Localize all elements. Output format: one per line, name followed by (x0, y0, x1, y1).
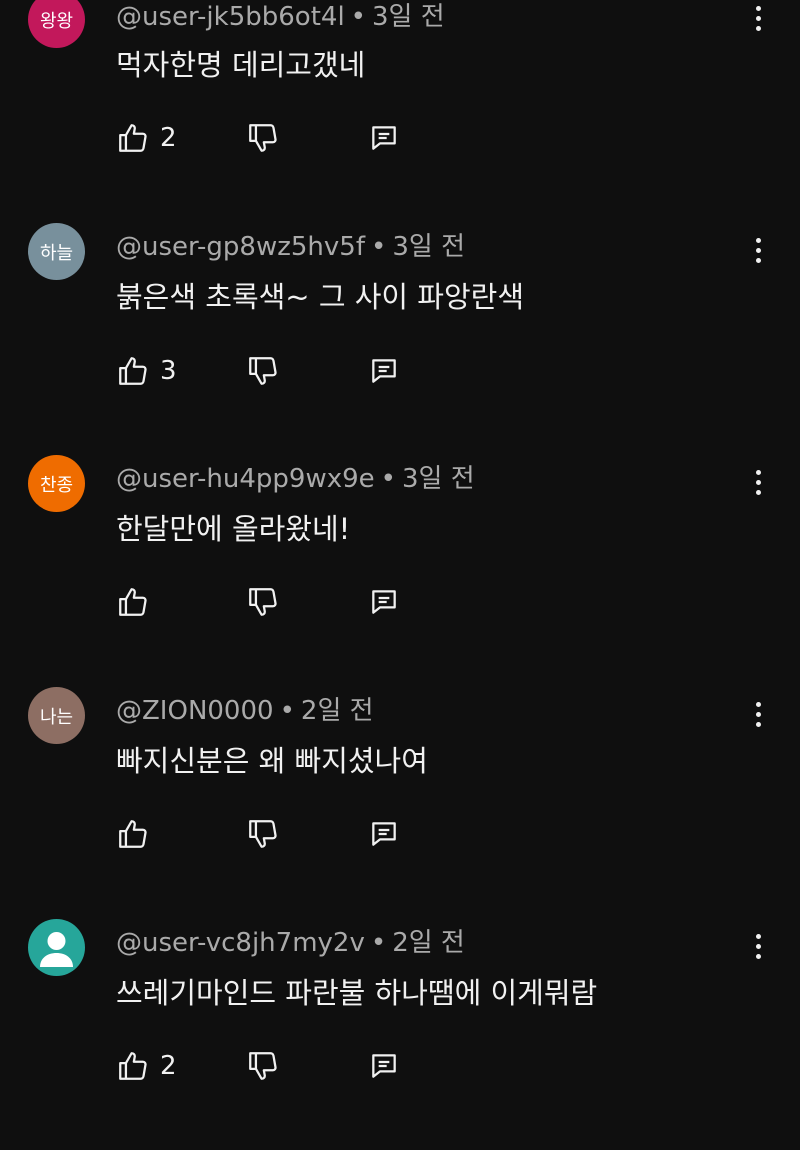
comment-item: 찬종 @user-hu4pp9wx9e • 3일 전 한달만에 올라왔네! (0, 454, 800, 686)
thumbs-up-icon (119, 357, 147, 385)
like-button[interactable] (116, 582, 160, 622)
comment-time[interactable]: 2일 전 (392, 928, 465, 958)
person-icon (40, 932, 73, 967)
reply-icon (372, 359, 396, 383)
reply-button[interactable] (368, 351, 400, 391)
comment-text: 붉은색 초록색~ 그 사이 파앙란색 (116, 280, 525, 314)
like-button[interactable] (116, 814, 160, 854)
comment-time[interactable]: 3일 전 (402, 464, 475, 494)
reply-button[interactable] (368, 582, 400, 622)
reply-button[interactable] (368, 118, 400, 158)
avatar-initials: 하늘 (39, 242, 74, 264)
dislike-button[interactable] (246, 118, 280, 158)
comment-meta: @user-hu4pp9wx9e • 3일 전 (116, 458, 475, 495)
like-count: 3 (160, 356, 177, 386)
like-button[interactable]: 2 (116, 1046, 177, 1086)
comment-actions (116, 814, 416, 854)
like-button[interactable]: 2 (116, 118, 177, 158)
comment-meta: @ZION0000 • 2일 전 (116, 690, 374, 727)
comment-actions: 3 (116, 351, 416, 391)
reply-icon (372, 126, 396, 150)
like-count: 2 (160, 123, 177, 153)
reply-button[interactable] (368, 814, 400, 854)
more-vert-icon (755, 3, 761, 33)
comment-time[interactable]: 3일 전 (372, 2, 445, 32)
meta-separator: • (370, 928, 387, 958)
more-options-button[interactable] (740, 926, 776, 966)
thumbs-down-icon (249, 1052, 277, 1080)
author-name[interactable]: @ZION0000 (116, 696, 274, 726)
avatar[interactable]: 나는 (28, 687, 85, 744)
thumbs-down-icon (249, 124, 277, 152)
reply-icon (372, 590, 396, 614)
comment-item: @user-vc8jh7my2v • 2일 전 쓰레기마인드 파란불 하나땜에 이게… (0, 918, 800, 1150)
dislike-button[interactable] (246, 351, 280, 391)
meta-separator: • (371, 232, 387, 262)
avatar[interactable]: 하늘 (28, 223, 85, 280)
thumbs-up-icon (119, 1052, 147, 1080)
more-options-button[interactable] (740, 230, 776, 270)
more-options-button[interactable] (740, 0, 776, 38)
comment-item: 나는 @ZION0000 • 2일 전 빠지신분은 왜 빠지셨나여 (0, 686, 800, 918)
thumbs-down-icon (249, 588, 277, 616)
like-count: 2 (160, 1051, 177, 1081)
more-vert-icon (755, 467, 761, 497)
thumbs-up-icon (119, 124, 147, 152)
dislike-button[interactable] (246, 1046, 280, 1086)
reply-button[interactable] (368, 1046, 400, 1086)
author-name[interactable]: @user-hu4pp9wx9e (116, 464, 375, 494)
comment-meta: @user-jk5bb6ot4l • 3일 전 (116, 0, 445, 33)
dislike-button[interactable] (246, 582, 280, 622)
more-options-button[interactable] (740, 694, 776, 734)
more-options-button[interactable] (740, 462, 776, 502)
meta-separator: • (380, 464, 397, 494)
comment-item: 하늘 @user-gp8wz5hv5f • 3일 전 붉은색 초록색~ 그 사이 파… (0, 222, 800, 454)
avatar-initials: 나는 (39, 706, 74, 728)
avatar[interactable]: 왕왕 (28, 0, 85, 48)
comment-text: 쓰레기마인드 파란불 하나땜에 이게뭐람 (116, 976, 598, 1010)
comment-time[interactable]: 3일 전 (392, 232, 465, 262)
author-name[interactable]: @user-jk5bb6ot4l (116, 2, 345, 32)
author-name[interactable]: @user-gp8wz5hv5f (116, 232, 365, 262)
more-vert-icon (755, 931, 761, 961)
like-button[interactable]: 3 (116, 351, 177, 391)
comment-actions: 2 (116, 1046, 416, 1086)
avatar[interactable]: 찬종 (28, 455, 85, 512)
meta-separator: • (279, 696, 295, 726)
avatar[interactable] (28, 919, 85, 976)
author-name[interactable]: @user-vc8jh7my2v (116, 928, 365, 958)
comment-text: 먹자한명 데리고갰네 (116, 48, 366, 82)
comment-meta: @user-vc8jh7my2v • 2일 전 (116, 922, 465, 959)
thumbs-up-icon (119, 588, 147, 616)
thumbs-up-icon (119, 820, 147, 848)
thumbs-down-icon (249, 357, 277, 385)
avatar-initials: 찬종 (39, 474, 74, 496)
reply-icon (372, 1054, 396, 1078)
more-vert-icon (755, 699, 761, 729)
comment-text: 한달만에 올라왔네! (116, 512, 351, 546)
comment-text: 빠지신분은 왜 빠지셨나여 (116, 744, 428, 778)
comment-meta: @user-gp8wz5hv5f • 3일 전 (116, 226, 465, 263)
avatar-initials: 왕왕 (39, 10, 74, 32)
reply-icon (372, 822, 396, 846)
more-vert-icon (755, 235, 761, 265)
comment-item: 왕왕 @user-jk5bb6ot4l • 3일 전 먹자한명 데리고갰네 2 (0, 0, 800, 222)
meta-separator: • (350, 2, 367, 32)
comment-actions (116, 582, 416, 622)
thumbs-down-icon (249, 820, 277, 848)
dislike-button[interactable] (246, 814, 280, 854)
comment-actions: 2 (116, 118, 416, 158)
comment-time[interactable]: 2일 전 (301, 696, 374, 726)
